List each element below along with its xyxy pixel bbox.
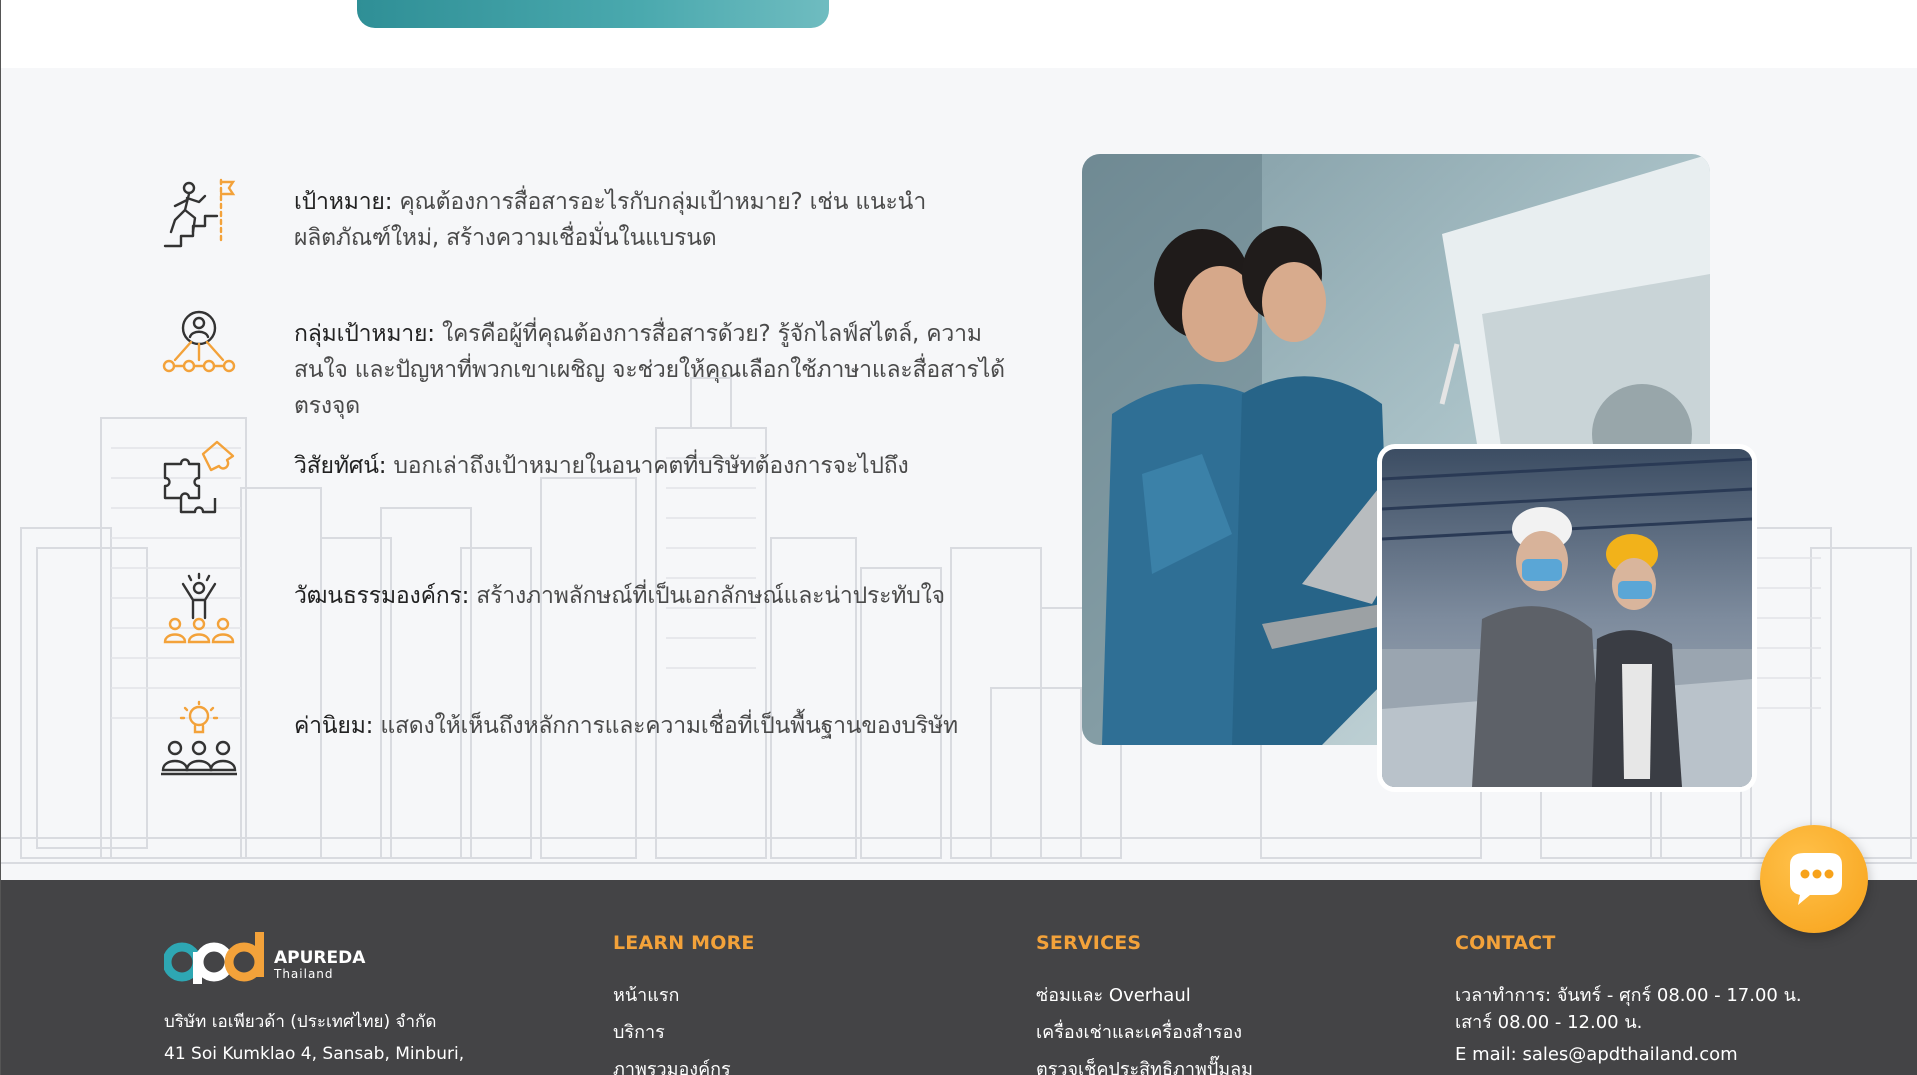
footer-link-rental-backup[interactable]: เครื่องเช่าและเครื่องสำรอง <box>1036 1017 1242 1046</box>
feature-culture: วัฒนธรรมองค์กร: สร้างภาพลักษณ์ที่เป็นเอก… <box>161 570 1021 660</box>
footer-link-services[interactable]: บริการ <box>613 1017 665 1046</box>
communication-goals-section: เป้าหมาย: คุณต้องการสื่อสารอะไรกับกลุ่มเ… <box>1 68 1917 880</box>
apd-logo-mark-icon <box>164 932 264 984</box>
site-footer: APUREDA Thailand บริษัท เอเพียวด้า (ประเ… <box>1 880 1917 1075</box>
footer-link-compressor-check[interactable]: ตรวจเช็คประสิทธิภาพปั๊มลม <box>1036 1054 1253 1075</box>
previous-section <box>1 0 1917 68</box>
feature-culture-text: วัฒนธรรมองค์กร: สร้างภาพลักษณ์ที่เป็นเอก… <box>294 578 1014 614</box>
services-heading: SERVICES <box>1036 932 1142 954</box>
page: เป้าหมาย: คุณต้องการสื่อสารอะไรกับกลุ่มเ… <box>0 0 1917 1075</box>
target-audience-network-icon <box>162 310 236 373</box>
footer-link-company-overview[interactable]: ภาพรวมองค์กร <box>613 1054 731 1075</box>
feature-culture-term: วัฒนธรรมองค์กร: <box>294 583 470 609</box>
chat-button[interactable] <box>1760 825 1868 933</box>
company-address: 41 Soi Kumklao 4, Sansab, Minburi, <box>164 1044 465 1064</box>
feature-culture-description: สร้างภาพลักษณ์ที่เป็นเอกลักษณ์และน่าประท… <box>469 583 945 609</box>
company-name: บริษัท เอเพียวด้า (ประเทศไทย) จำกัด <box>164 1012 437 1032</box>
feature-values-description: แสดงให้เห็นถึงหลักการและความเชื่อที่เป็น… <box>373 713 958 739</box>
feature-target-audience: กลุ่มเป้าหมาย: ใครคือผู้ที่คุณต้องการสื่… <box>161 308 1021 419</box>
logo-subtitle: Thailand <box>274 967 334 981</box>
feature-values-term: ค่านิยม: <box>294 713 374 739</box>
footer-link-home[interactable]: หน้าแรก <box>613 980 679 1009</box>
feature-vision-term: วิสัยทัศน์: <box>294 453 387 479</box>
factory-engineers-photo <box>1377 444 1757 792</box>
logo-name: APUREDA <box>274 948 366 968</box>
lightbulb-team-values-icon <box>161 700 237 776</box>
learn-more-heading: LEARN MORE <box>613 932 755 954</box>
business-hours-weekday: เวลาทำการ: จันทร์ - ศุกร์ 08.00 - 17.00 … <box>1455 985 1802 1006</box>
feature-target-audience-text: กลุ่มเป้าหมาย: ใครคือผู้ที่คุณต้องการสื่… <box>294 316 1014 424</box>
feature-goal: เป้าหมาย: คุณต้องการสื่อสารอะไรกับกลุ่มเ… <box>161 176 1021 266</box>
feature-goal-term: เป้าหมาย: <box>294 189 393 215</box>
feature-vision-description: บอกเล่าถึงเป้าหมายในอนาคตที่บริษัทต้องกา… <box>386 453 909 479</box>
feature-values-text: ค่านิยม: แสดงให้เห็นถึงหลักการและความเชื… <box>294 708 1014 744</box>
feature-vision-text: วิสัยทัศน์: บอกเล่าถึงเป้าหมายในอนาคตที่… <box>294 448 1014 484</box>
feature-target-audience-term: กลุ่มเป้าหมาย: <box>294 321 435 347</box>
feature-vision: วิสัยทัศน์: บอกเล่าถึงเป้าหมายในอนาคตที่… <box>161 440 1021 530</box>
footer-link-repair-overhaul[interactable]: ซ่อมและ Overhaul <box>1036 980 1191 1009</box>
previous-section-image <box>357 0 829 28</box>
feature-goal-text: เป้าหมาย: คุณต้องการสื่อสารอะไรกับกลุ่มเ… <box>294 184 1014 256</box>
feature-values: ค่านิยม: แสดงให้เห็นถึงหลักการและความเชื… <box>161 700 1021 790</box>
climb-goal-flag-icon <box>163 178 236 248</box>
team-leader-culture-icon <box>163 572 235 644</box>
apureda-logo[interactable]: APUREDA Thailand <box>164 930 366 990</box>
business-hours-saturday: เสาร์ 08.00 - 12.00 น. <box>1455 1012 1643 1033</box>
chat-bubble-icon <box>1790 853 1842 905</box>
contact-heading: CONTACT <box>1455 932 1556 954</box>
puzzle-vision-icon <box>163 440 235 514</box>
contact-email[interactable]: E mail: sales@apdthailand.com <box>1455 1044 1738 1065</box>
